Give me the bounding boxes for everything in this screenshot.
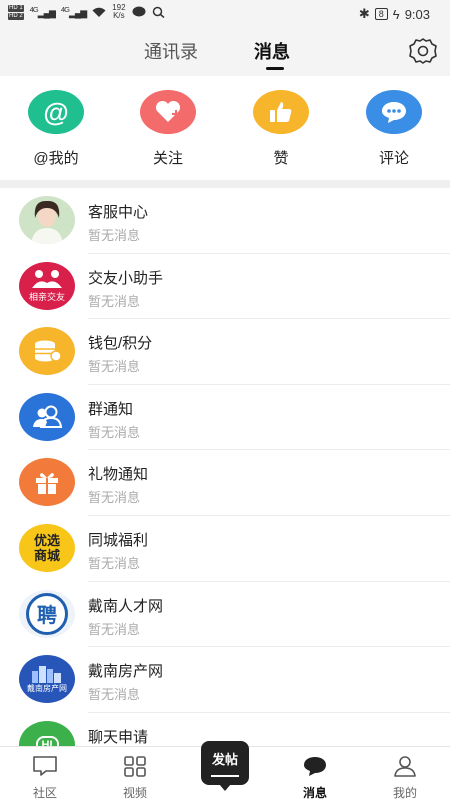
quick-action-like[interactable]: 赞	[236, 90, 326, 168]
nav-video[interactable]: 视频	[105, 755, 165, 800]
message-subtitle: 暂无消息	[88, 293, 141, 309]
bottom-navigation: 社区 视频 发帖 消息 我的	[0, 741, 450, 800]
sim2-badge: HD 2	[8, 12, 24, 20]
quick-action-label: @我的	[33, 150, 79, 167]
local-benefits-text-bottom: 商城	[33, 547, 60, 563]
post-button-tail	[219, 784, 231, 791]
battery-icon: 8	[374, 8, 388, 20]
message-subtitle: 暂无消息	[88, 359, 141, 375]
message-title: 钱包/积分	[88, 335, 153, 353]
nav-messages[interactable]: 消息	[285, 755, 345, 800]
message-title: 礼物通知	[88, 466, 149, 484]
message-list: 客服中心 暂无消息 相亲交友 交友小助手 暂无消息 钱包/积分 暂无消息 群通知…	[0, 188, 450, 746]
nav-label: 社区	[32, 786, 57, 800]
message-icon	[304, 757, 326, 776]
post-button-label: 发帖	[211, 752, 238, 767]
settings-gear-icon[interactable]	[408, 36, 438, 66]
profile-icon	[394, 756, 416, 777]
message-subtitle: 暂无消息	[88, 228, 141, 243]
message-subtitle: 暂无消息	[88, 424, 141, 440]
network-speed: 192 K/s	[112, 4, 125, 20]
sim1-badge: HD 1	[8, 4, 24, 12]
top-header: 通讯录 消息	[0, 28, 450, 76]
message-title: 同城福利	[88, 531, 149, 549]
wallet-icon	[19, 327, 75, 376]
search-notification-icon	[152, 6, 165, 18]
message-subtitle: 暂无消息	[88, 555, 141, 571]
gift-icon	[19, 458, 75, 507]
clock: 9:03	[404, 6, 430, 22]
quick-action-label: 赞	[273, 150, 289, 167]
quick-action-follow[interactable]: 关注	[123, 90, 213, 168]
tab-contacts[interactable]: 通讯录	[144, 38, 198, 64]
heart-plus-icon	[140, 90, 196, 134]
comment-icon	[366, 90, 422, 134]
message-subtitle: 暂无消息	[88, 687, 141, 703]
speed-unit: K/s	[113, 11, 125, 20]
charging-icon: ϟ	[392, 6, 400, 22]
chat-request-avatar-text: HI	[35, 735, 59, 746]
talent-network-avatar: 聘	[19, 589, 75, 638]
tab-messages[interactable]: 消息	[254, 38, 290, 64]
quick-action-at-me[interactable]: @ @我的	[11, 90, 101, 168]
community-icon	[33, 756, 57, 776]
dating-helper-avatar: 相亲交友	[19, 261, 75, 310]
quick-action-comment[interactable]: 评论	[349, 90, 439, 168]
quick-action-label: 关注	[152, 150, 183, 167]
chat-notification-icon	[132, 6, 146, 17]
local-benefits-avatar: 优选 商城	[19, 523, 75, 572]
message-title: 聊天申请	[88, 728, 149, 746]
quick-actions: @ @我的 关注 赞 评论	[0, 76, 450, 180]
quick-action-label: 评论	[378, 150, 409, 167]
message-row-gift-notice[interactable]: 礼物通知 暂无消息	[0, 450, 450, 516]
nav-label: 消息	[302, 786, 327, 800]
signal2-label: 4G	[60, 5, 70, 14]
message-subtitle: 暂无消息	[88, 621, 141, 637]
message-row-talent-network[interactable]: 聘 戴南人才网 暂无消息	[0, 582, 450, 648]
group-icon	[19, 392, 75, 441]
message-row-wallet[interactable]: 钱包/积分 暂无消息	[0, 319, 450, 385]
local-benefits-text-top: 优选	[33, 532, 60, 548]
real-estate-avatar: 戴南房产网	[19, 655, 75, 704]
signal1-icon: 4G▂▄▆	[29, 5, 56, 18]
message-row-dating-helper[interactable]: 相亲交友 交友小助手 暂无消息	[0, 254, 450, 320]
message-title: 交友小助手	[88, 269, 164, 287]
message-subtitle: 暂无消息	[88, 490, 141, 506]
message-title: 戴南人才网	[88, 597, 164, 615]
post-button[interactable]: 发帖	[201, 741, 249, 791]
section-divider	[0, 180, 450, 188]
active-tab-indicator	[266, 67, 284, 70]
nav-community[interactable]: 社区	[15, 755, 75, 800]
chat-request-avatar: HI	[19, 720, 75, 746]
nav-label: 视频	[122, 786, 147, 800]
signal1-label: 4G	[29, 5, 39, 14]
message-title: 群通知	[88, 400, 134, 418]
status-bar: HD 1 HD 2 4G▂▄▆ 4G▂▄▆ 192 K/s ✱ 8 ϟ 9:03	[0, 0, 450, 28]
dating-helper-avatar-text: 相亲交友	[28, 291, 65, 302]
video-grid-icon	[124, 756, 146, 777]
wifi-icon	[92, 7, 106, 17]
sim-indicators: HD 1 HD 2	[8, 4, 24, 20]
message-row-real-estate[interactable]: 戴南房产网 戴南房产网 暂无消息	[0, 647, 450, 713]
talent-network-text: 聘	[37, 605, 57, 628]
nav-label: 我的	[392, 786, 417, 800]
bluetooth-icon: ✱	[358, 6, 370, 21]
message-row-local-benefits[interactable]: 优选 商城 同城福利 暂无消息	[0, 516, 450, 582]
message-title: 戴南房产网	[88, 663, 164, 681]
message-title: 客服中心	[88, 204, 149, 221]
signal2-icon: 4G▂▄▆	[60, 5, 87, 18]
real-estate-avatar-text: 戴南房产网	[27, 683, 67, 693]
message-row-group-notice[interactable]: 群通知 暂无消息	[0, 385, 450, 451]
nav-profile[interactable]: 我的	[375, 755, 435, 800]
thumbs-up-icon	[253, 90, 309, 134]
at-icon: @	[28, 90, 84, 134]
customer-service-avatar	[19, 196, 75, 244]
message-row-customer-service[interactable]: 客服中心 暂无消息	[0, 188, 450, 254]
post-button-underline	[211, 775, 239, 777]
